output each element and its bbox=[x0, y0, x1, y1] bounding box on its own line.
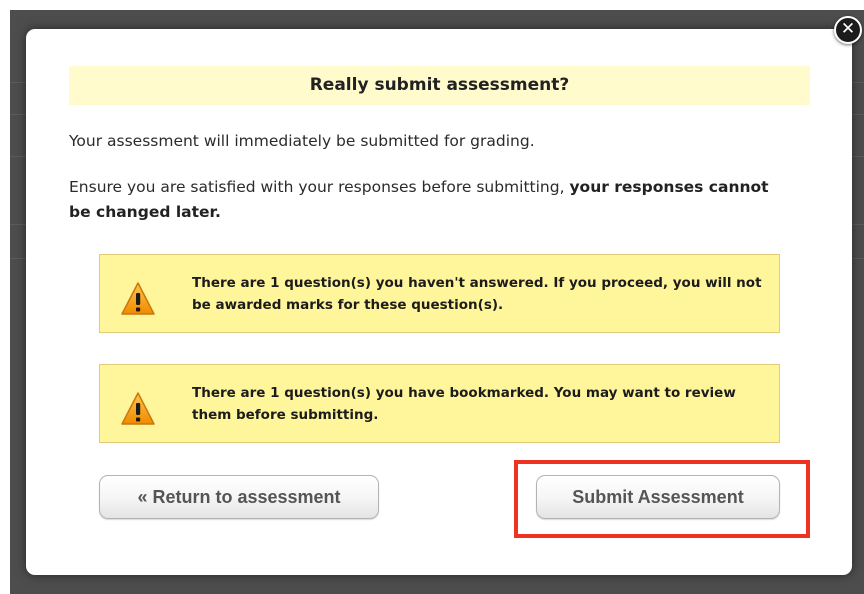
warning-triangle-icon bbox=[121, 282, 155, 315]
ensure-text: Ensure you are satisfied with your respo… bbox=[69, 178, 565, 196]
unanswered-warning: There are 1 question(s) you haven't answ… bbox=[99, 254, 780, 333]
submit-assessment-button[interactable]: Submit Assessment bbox=[536, 475, 780, 519]
return-to-assessment-button[interactable]: « Return to assessment bbox=[99, 475, 379, 519]
close-icon[interactable]: ✕ bbox=[834, 16, 862, 44]
dialog-title: Really submit assessment? bbox=[69, 66, 810, 105]
ensure-paragraph: Ensure you are satisfied with your respo… bbox=[69, 175, 769, 225]
warning-text: There are 1 question(s) you haven't answ… bbox=[192, 275, 762, 313]
intro-text: Your assessment will immediately be subm… bbox=[69, 132, 535, 150]
warning-triangle-icon bbox=[121, 392, 155, 425]
warning-text: There are 1 question(s) you have bookmar… bbox=[192, 385, 736, 423]
bookmarked-warning: There are 1 question(s) you have bookmar… bbox=[99, 364, 780, 443]
